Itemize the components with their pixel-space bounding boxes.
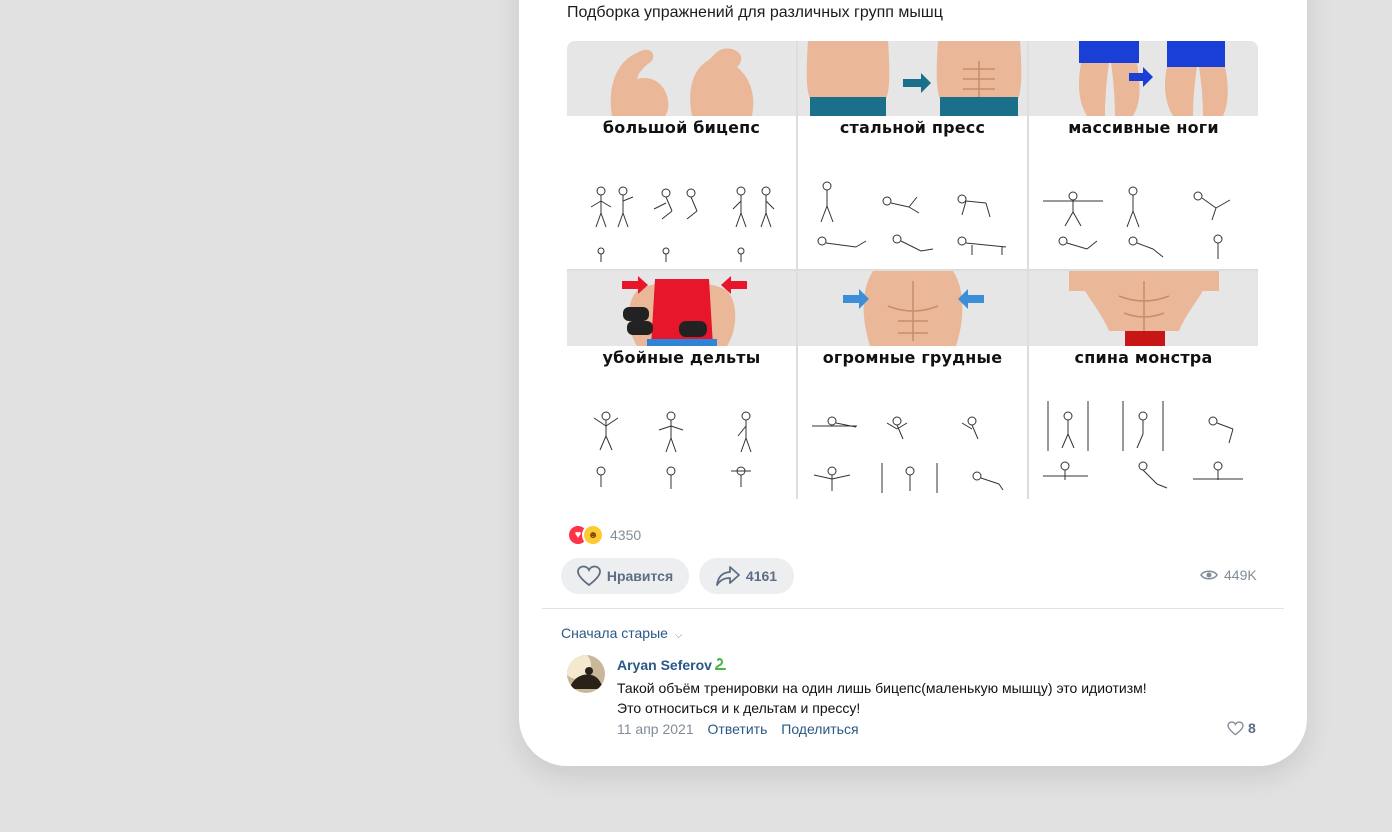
tile-caption: убойные дельты	[602, 348, 761, 367]
exercise-diagrams	[812, 416, 1004, 493]
tile-caption: огромные грудные	[822, 348, 1003, 367]
post-image-grid[interactable]: большой бицепс стальной пресс массивные …	[567, 41, 1258, 499]
reactions-count: 4350	[610, 527, 642, 543]
comment-meta: 11 апр 2021 Ответить Поделиться	[617, 721, 859, 737]
share-count: 4161	[745, 568, 778, 584]
exercise-diagrams	[817, 181, 1007, 255]
tile-chest[interactable]: огромные грудные	[798, 271, 1027, 499]
avatar[interactable]	[567, 655, 605, 693]
tile-legs[interactable]: массивные ноги	[1029, 41, 1258, 269]
tile-caption: большой бицепс	[602, 118, 761, 137]
comment-like-button[interactable]: 8	[1227, 720, 1256, 736]
divider	[542, 608, 1284, 609]
comment-line: Такой объём тренировки на один лишь бице…	[617, 680, 1147, 696]
share-comment-link[interactable]: Поделиться	[781, 721, 858, 737]
reply-link[interactable]: Ответить	[708, 721, 768, 737]
chest-photo	[798, 271, 1027, 346]
comment-date[interactable]: 11 апр 2021	[617, 721, 694, 737]
comment-text: Такой объём тренировки на один лишь бице…	[617, 678, 1147, 718]
comment-author[interactable]: Aryan Seferov	[617, 657, 712, 673]
share-button[interactable]: 4161	[699, 558, 794, 594]
tile-back[interactable]: спина монстра	[1029, 271, 1258, 499]
tile-abs[interactable]: стальной пресс	[798, 41, 1027, 269]
snake-badge-icon	[713, 656, 727, 673]
comments-sort-dropdown[interactable]: Сначала старые ⌵	[561, 625, 682, 641]
exercise-diagrams	[590, 186, 775, 262]
back-photo	[1029, 271, 1258, 346]
laugh-reaction-icon: ☻	[582, 524, 604, 546]
tile-biceps[interactable]: большой бицепс	[567, 41, 796, 269]
sort-label: Сначала старые	[561, 625, 668, 641]
heart-outline-icon	[576, 565, 601, 587]
tile-delts[interactable]: убойные дельты	[567, 271, 796, 499]
tile-caption: массивные ноги	[1068, 118, 1219, 137]
legs-photo	[1029, 41, 1258, 116]
views-count: 449K	[1224, 567, 1257, 583]
exercise-diagrams	[1043, 186, 1231, 259]
views-counter: 449K	[1200, 567, 1257, 583]
post-text: Подборка упражнений для различных групп …	[567, 4, 943, 21]
comment-line: Это относиться и к дельтам и прессу!	[617, 700, 861, 716]
delts-photo	[567, 271, 796, 346]
reactions-summary[interactable]: ♥ ☻ 4350	[567, 524, 642, 546]
biceps-photo	[567, 41, 796, 116]
tile-caption: стальной пресс	[839, 118, 986, 137]
eye-icon	[1200, 570, 1218, 580]
tile-caption: спина монстра	[1074, 348, 1213, 367]
comment-likes-count: 8	[1248, 720, 1256, 736]
like-button[interactable]: Нравится	[561, 558, 689, 594]
chevron-down-icon: ⌵	[674, 630, 683, 641]
like-label: Нравится	[606, 568, 674, 584]
heart-outline-icon	[1227, 720, 1244, 735]
share-arrow-icon	[716, 566, 740, 586]
exercise-diagrams	[593, 411, 752, 489]
abs-photo	[798, 41, 1027, 116]
exercise-diagrams	[1043, 401, 1243, 489]
